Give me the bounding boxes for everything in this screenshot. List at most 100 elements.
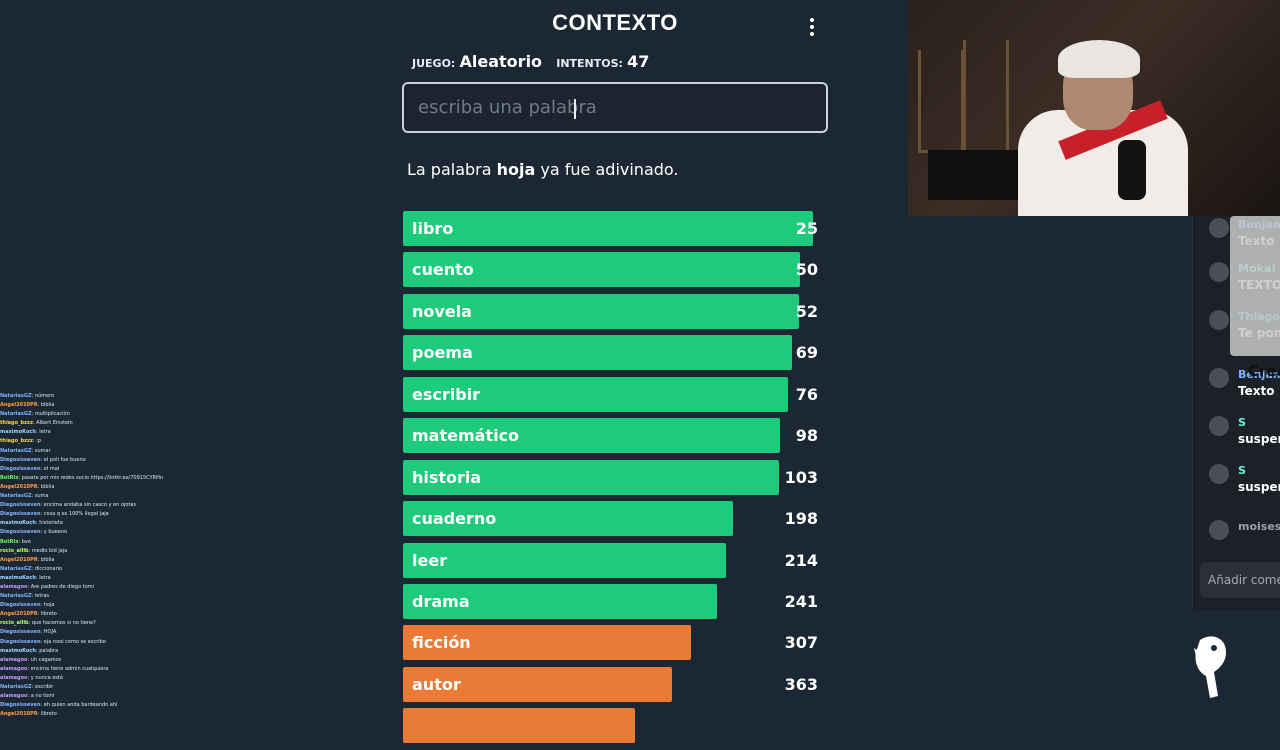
page-title: CONTEXTO [552, 10, 678, 35]
chat-text: : letra [35, 429, 51, 436]
guess-rank: 69 [795, 343, 818, 363]
guess-word: escribir [412, 384, 481, 404]
chat-message: Diegosisseven: eja nooi como se escribe [0, 638, 190, 647]
chat-message: NatariasGZ: número [0, 392, 190, 401]
chat-username: Angel2010PR [0, 611, 38, 618]
game-mode-value: Aleatorio [459, 52, 543, 71]
chat-username: NatariasGZ [0, 393, 32, 399]
guess-rank: 76 [795, 384, 818, 404]
chat-message: NatariasGZ: letras [0, 592, 190, 601]
avatar[interactable] [1209, 218, 1229, 238]
chat-text: : uh cagamos [27, 656, 62, 663]
guess-word: ficción [412, 633, 471, 653]
guess-rank: 50 [795, 260, 818, 280]
guess-row: leer 214 [403, 542, 828, 578]
guess-word: drama [412, 591, 470, 611]
guess-rank: 241 [784, 591, 818, 611]
chat-message: rocio_allib: que hacemos si no tiene? [0, 619, 190, 628]
guess-row: poema 69 [403, 335, 828, 371]
chat-username: Diegosisseven [0, 602, 41, 609]
guess-list: libro 25 cuento 50 novela 52 poema 69 escribir 76… [403, 211, 828, 750]
chat-username: alamagoo [0, 674, 28, 681]
chat-username: Diegosisseven [0, 502, 41, 509]
chat-text: : hoja [40, 602, 55, 609]
chat-input[interactable]: Añadir come [1200, 562, 1280, 598]
chat-username[interactable]: moises [1238, 520, 1280, 533]
chat-text: : sumar [31, 447, 51, 454]
chat-message: Angel2010PR: biblia [0, 401, 190, 410]
game-label: JUEGO: [412, 57, 456, 70]
message-prefix: La palabra [407, 160, 492, 179]
more-vertical-icon[interactable] [802, 14, 822, 40]
avatar[interactable] [1209, 520, 1229, 540]
chat-username: Angel2010PR [0, 402, 38, 409]
chat-message: Diegosisseven: el mal [0, 465, 190, 474]
chat-username: Angel2010PR [0, 711, 38, 718]
avatar[interactable] [1209, 368, 1229, 388]
guess-row: autor 363 [403, 666, 828, 702]
chat-username[interactable]: S [1238, 416, 1246, 429]
chat-username: maximoKoch [0, 647, 36, 654]
chat-text: : biblia [37, 402, 55, 409]
word-input[interactable] [402, 82, 828, 133]
chat-username: NatariasGZ [0, 565, 32, 572]
guess-row: cuaderno 198 [403, 501, 828, 537]
guess-word: autor [412, 674, 461, 694]
chat-message: thiago_bzzz: :p [0, 437, 190, 446]
chat-text: Texto [1238, 384, 1275, 398]
guess-row: escribir 76 [403, 376, 828, 412]
guess-row: libro 25 [403, 211, 828, 246]
chat-text: : libreto [37, 611, 57, 618]
chat-username: Diegosisseven [0, 511, 41, 518]
chat-message: alamagoo: uh cagamos [0, 656, 190, 665]
chat-text: : diccionario [31, 565, 63, 572]
similarity-bar [403, 211, 813, 246]
chat-message: Angel2010PR: libreto [0, 610, 190, 619]
chat-message: maximoKoch: palabra [0, 647, 190, 656]
chat-text: : palabra [35, 647, 59, 654]
chat-text: : eh quien anda bardeando ahí [40, 702, 118, 709]
attempts-value: 47 [627, 52, 650, 71]
avatar[interactable] [1209, 464, 1229, 484]
chat-message: thiago_bzzz: Albert Einstein [0, 419, 190, 428]
stream-chat-overlay: NatariasGZ: número Angel2010PR: biblia Nat… [0, 392, 190, 720]
chat-username: Diegosisseven [0, 529, 41, 536]
stool-shape [963, 40, 1009, 153]
chat-username: BotRix [0, 474, 19, 481]
chat-text: : Are padres de diego tomi [27, 583, 95, 590]
chat-text: : que hacemos si no tiene? [28, 620, 96, 627]
bird-logo-icon [1194, 636, 1226, 698]
chat-message: Diegosisseven: cosa q es 100% ilegal jaj… [0, 510, 190, 519]
chat-username: Diegosisseven [0, 629, 41, 636]
chat-message: Angel2010PR: libreto [0, 710, 190, 719]
chat-message: NatariasGZ: suma [0, 492, 190, 501]
chat-message: maximoKoch: historieta [0, 519, 190, 528]
chat-username[interactable]: S [1238, 464, 1246, 477]
chat-message: Diegosisseven: y bueeno [0, 528, 190, 537]
guess-row: novela 52 [403, 293, 828, 329]
chat-text: : :p [32, 438, 42, 445]
avatar[interactable] [1209, 262, 1229, 282]
chat-text: : medio bid jaja [28, 547, 68, 554]
avatar[interactable] [1209, 416, 1229, 436]
guess-rank: 98 [795, 426, 818, 446]
chat-text: : HOJA [40, 629, 57, 636]
game-panel: CONTEXTO JUEGO: Aleatorio INTENTOS: 47 L… [402, 0, 828, 744]
message-suffix: ya fue adivinado. [540, 160, 679, 179]
chat-username: NatariasGZ [0, 493, 32, 500]
chat-text: : letra [35, 574, 51, 581]
chat-username: rocio_allib [0, 547, 29, 554]
chat-username: Diegosisseven [0, 702, 41, 709]
chat-message: NatariasGZ: multiplicación [0, 410, 190, 419]
guess-row [403, 708, 828, 744]
already-guessed-message: La palabra hoja ya fue adivinado. [407, 160, 679, 179]
chat-text: : eja nooi como se escribe [40, 638, 106, 645]
chat-text: : biblia [37, 483, 55, 490]
avatar[interactable] [1209, 310, 1229, 330]
chat-text: : letras [31, 593, 50, 600]
chat-text: : el mal [40, 465, 60, 472]
chat-text: : el poli fue bueno [40, 456, 86, 463]
guess-word: cuaderno [412, 509, 497, 529]
guess-rank: 307 [784, 633, 818, 653]
chat-text: : encima tiene admin cualquiera [27, 665, 109, 672]
